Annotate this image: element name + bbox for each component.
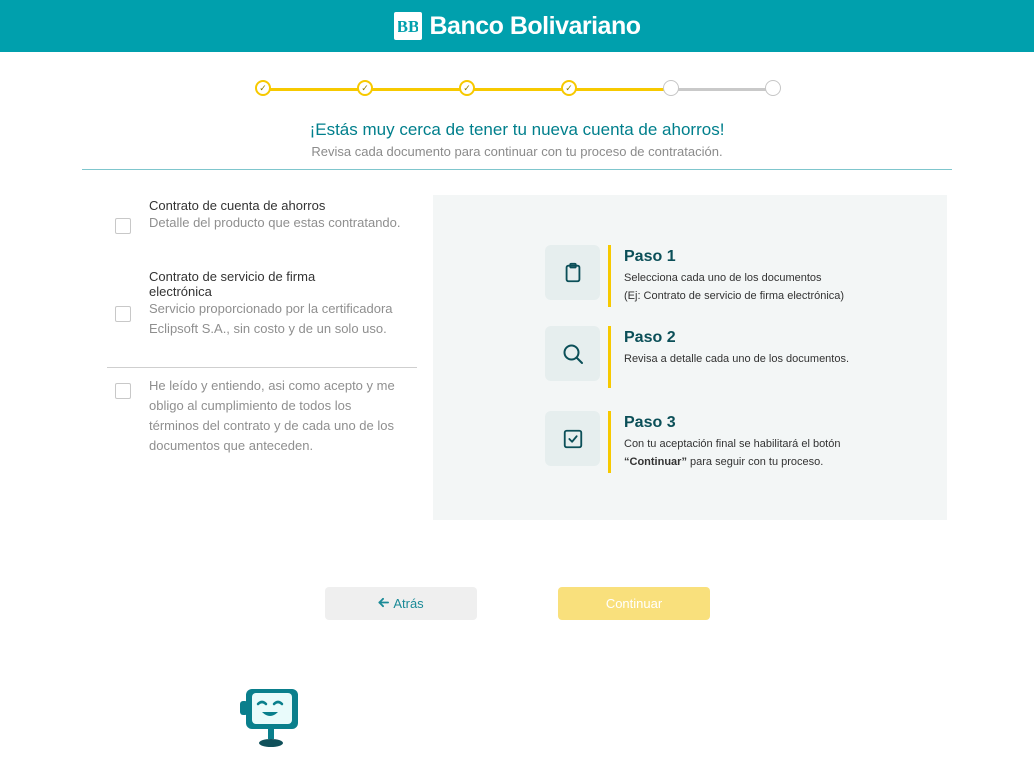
step-6-pending-icon (765, 80, 781, 96)
document-description: Detalle del producto que estas contratan… (149, 215, 401, 230)
acceptance-divider (107, 367, 417, 368)
acceptance-text: He leído y entiendo, asi como acepto y m… (149, 378, 395, 453)
search-icon (545, 326, 600, 381)
instruction-step-3: Paso 3 Con tu aceptación final se habili… (545, 411, 915, 473)
instructions-panel: Paso 1 Selecciona cada uno de los docume… (433, 195, 947, 520)
progress-stepper: ✓ ✓ ✓ ✓ (255, 80, 783, 98)
step-1-done-icon: ✓ (255, 80, 271, 96)
instruction-accent-bar (608, 245, 611, 307)
instruction-description: Selecciona cada uno de los documentos (Ej… (624, 272, 845, 302)
instruction-title: Paso 3 (624, 414, 676, 431)
step-2-done-icon: ✓ (357, 80, 373, 96)
instruction-step-2: Paso 2 Revisa a detalle cada uno de los … (545, 326, 915, 388)
instruction-title: Paso 2 (624, 329, 676, 346)
instruction-title: Paso 1 (624, 248, 676, 265)
header-divider (82, 169, 952, 170)
instruction-step-1: Paso 1 Selecciona cada uno de los docume… (545, 245, 915, 307)
document-item-signature-contract[interactable]: Contrato de servicio de firma electrónic… (115, 269, 415, 359)
chat-assistant-mascot-icon[interactable] (238, 687, 304, 753)
instruction-description: Con tu aceptación final se habilitará el… (624, 438, 841, 468)
acceptance-item[interactable]: He leído y entiendo, asi como acepto y m… (115, 376, 415, 456)
brand-name: Banco Bolivariano (429, 11, 642, 40)
back-button-label: Atrás (393, 596, 424, 611)
page-title: ¡Estás muy cerca de tener tu nueva cuent… (309, 120, 725, 139)
acceptance-checkbox[interactable] (115, 383, 131, 399)
instruction-description: Revisa a detalle cada uno de los documen… (624, 353, 850, 365)
clipboard-icon (545, 245, 600, 300)
step-4-done-icon: ✓ (561, 80, 577, 96)
continue-button[interactable]: Continuar (558, 587, 710, 620)
document-item-savings-contract[interactable]: Contrato de cuenta de ahorros Detalle de… (115, 198, 415, 258)
continue-button-label: Continuar (605, 596, 663, 611)
document-checkbox[interactable] (115, 306, 131, 322)
top-bar: BB Banco Bolivariano (0, 0, 1034, 52)
brand: BB Banco Bolivariano (393, 11, 642, 41)
document-description: Servicio proporcionado por la certificad… (149, 301, 393, 336)
document-title[interactable]: Contrato de servicio de firma electrónic… (149, 269, 349, 299)
document-title[interactable]: Contrato de cuenta de ahorros (149, 198, 409, 213)
arrow-left-icon (378, 596, 390, 611)
stepper-remaining-line (671, 88, 773, 91)
step-5-pending-icon (663, 80, 679, 96)
step-3-done-icon: ✓ (459, 80, 475, 96)
document-checkbox[interactable] (115, 218, 131, 234)
bank-logo-icon: BB (393, 12, 422, 40)
page-subtitle: Revisa cada documento para continuar con… (311, 144, 723, 159)
back-button[interactable]: Atrás (325, 587, 477, 620)
instruction-accent-bar (608, 411, 611, 473)
instruction-accent-bar (608, 326, 611, 388)
checkbox-icon (545, 411, 600, 466)
svg-text:BB: BB (398, 17, 418, 36)
